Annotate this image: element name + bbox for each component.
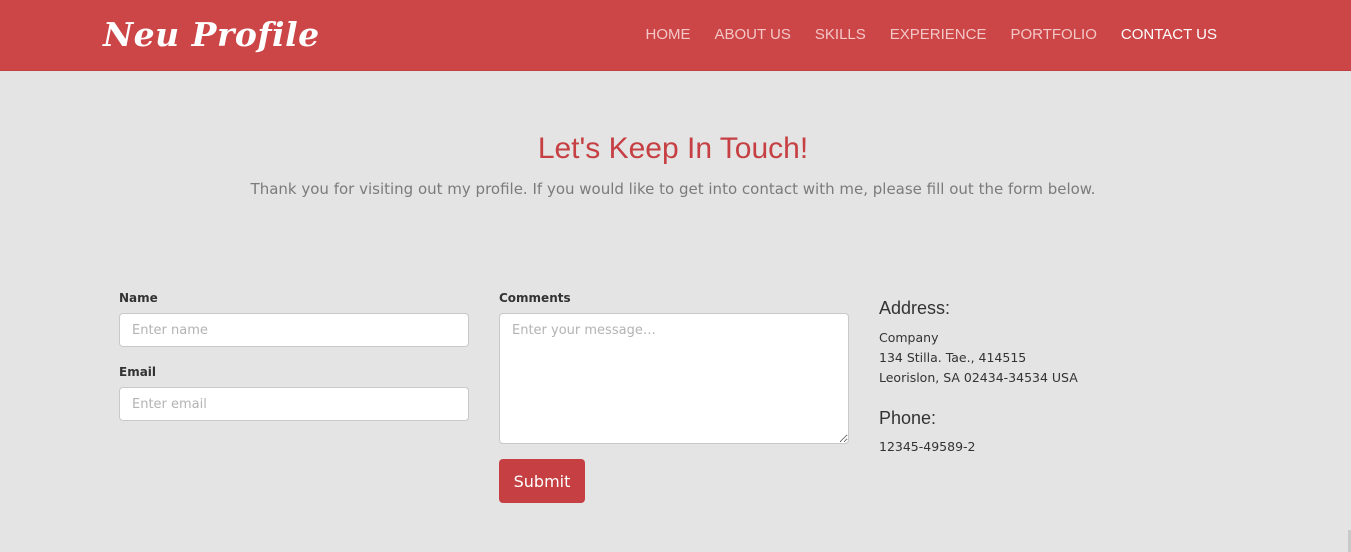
- phone-heading: Phone:: [879, 408, 937, 428]
- page-subtitle: Thank you for visiting out my profile. I…: [250, 180, 1096, 198]
- address-line-city: Leorislon, SA 02434-34534 USA: [879, 370, 1078, 385]
- brand-logo[interactable]: Neu Profile: [103, 10, 320, 60]
- nav-portfolio[interactable]: PORTFOLIO: [1010, 24, 1096, 46]
- navbar: Neu Profile HOME ABOUT US SKILLS EXPERIE…: [0, 0, 1351, 71]
- name-label: Name: [119, 291, 158, 305]
- main-nav: HOME ABOUT US SKILLS EXPERIENCE PORTFOLI…: [621, 24, 1217, 46]
- comments-label: Comments: [499, 291, 571, 305]
- email-label: Email: [119, 365, 157, 379]
- nav-experience[interactable]: EXPERIENCE: [890, 24, 987, 46]
- address-line-company: Company: [879, 330, 939, 345]
- address-line-street: 134 Stilla. Tae., 414515: [879, 350, 1027, 365]
- nav-contact-us[interactable]: CONTACT US: [1121, 24, 1217, 46]
- nav-home[interactable]: HOME: [645, 24, 690, 46]
- submit-button[interactable]: Submit: [499, 459, 585, 503]
- name-input[interactable]: [119, 313, 469, 347]
- nav-skills[interactable]: SKILLS: [815, 24, 866, 46]
- page-title: Let's Keep In Touch!: [537, 132, 809, 165]
- address-heading: Address:: [879, 298, 951, 318]
- comments-textarea[interactable]: [499, 313, 849, 444]
- email-input[interactable]: [119, 387, 469, 421]
- nav-about-us[interactable]: ABOUT US: [714, 24, 790, 46]
- phone-number: 12345-49589-2: [879, 439, 976, 454]
